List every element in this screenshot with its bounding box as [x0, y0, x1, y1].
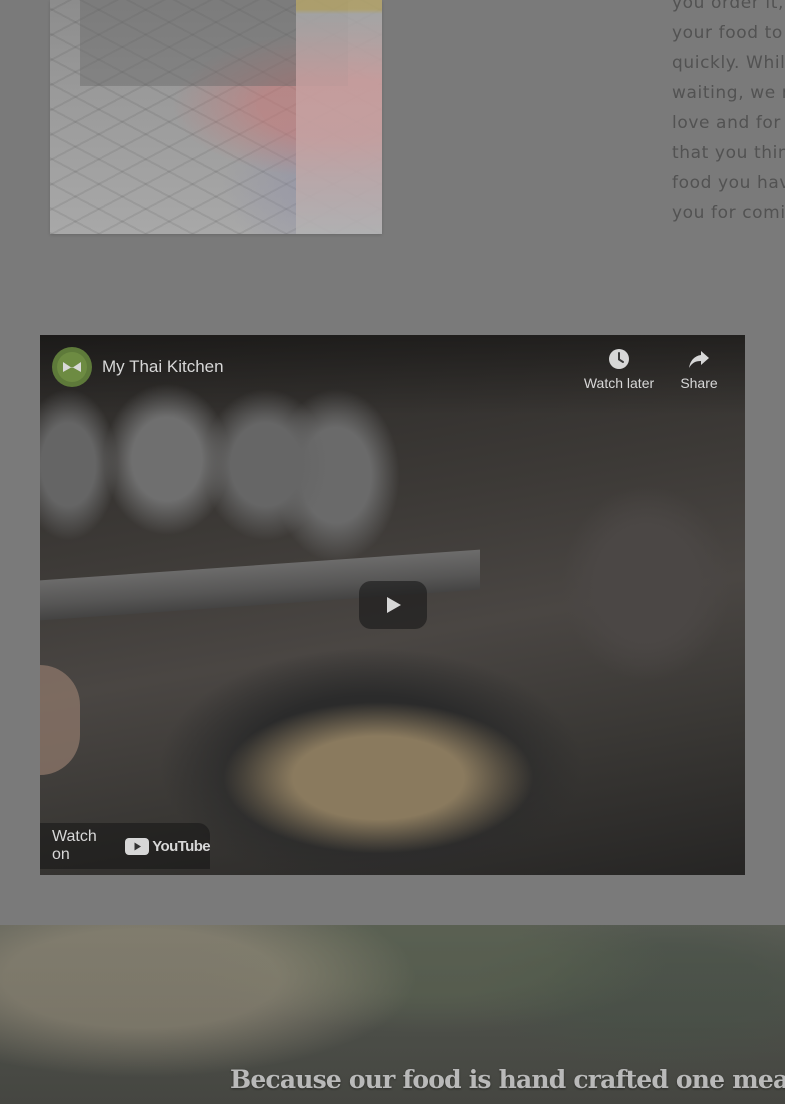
channel-logo-icon: [57, 352, 87, 382]
intro-line: that you think: [672, 143, 785, 163]
clock-icon: [609, 349, 629, 369]
play-button[interactable]: [359, 581, 427, 629]
watch-on-youtube-button[interactable]: Watch on YouTube: [40, 823, 211, 869]
banner-heading: Because our food is hand crafted one mea…: [230, 1065, 785, 1094]
page: you order it, w your food to b quickly. …: [0, 0, 785, 1104]
youtube-video-embed[interactable]: My Thai Kitchen Watch later Share Watch …: [40, 335, 745, 875]
share-button[interactable]: Share: [659, 347, 739, 397]
intro-line: quickly. While: [672, 53, 785, 73]
intro-line: you order it, w: [672, 0, 785, 13]
video-title[interactable]: My Thai Kitchen: [102, 357, 224, 377]
intro-paragraph: you order it, w your food to b quickly. …: [672, 0, 785, 228]
youtube-logo: YouTube: [125, 837, 211, 855]
intro-line: your food to b: [672, 23, 785, 43]
youtube-wordmark: YouTube: [152, 837, 210, 855]
hero-banner: Because our food is hand crafted one mea…: [0, 925, 785, 1104]
youtube-play-logo-icon: [125, 837, 150, 855]
intro-line: love and for th: [672, 113, 785, 133]
watch-later-button[interactable]: Watch later: [579, 347, 659, 397]
storefront-photo: [50, 0, 382, 234]
intro-line: waiting, we ma: [672, 83, 785, 103]
intro-line: food you have: [672, 173, 785, 193]
watch-on-label: Watch on: [52, 828, 97, 863]
channel-avatar[interactable]: [52, 347, 92, 387]
video-scene-hand: [40, 665, 80, 775]
watch-later-label: Watch later: [583, 375, 655, 391]
intro-line: you for comin: [672, 203, 785, 223]
produce-bin: [296, 0, 382, 234]
share-label: Share: [680, 375, 718, 391]
share-arrow-icon: [689, 351, 709, 368]
play-icon: [387, 597, 401, 613]
